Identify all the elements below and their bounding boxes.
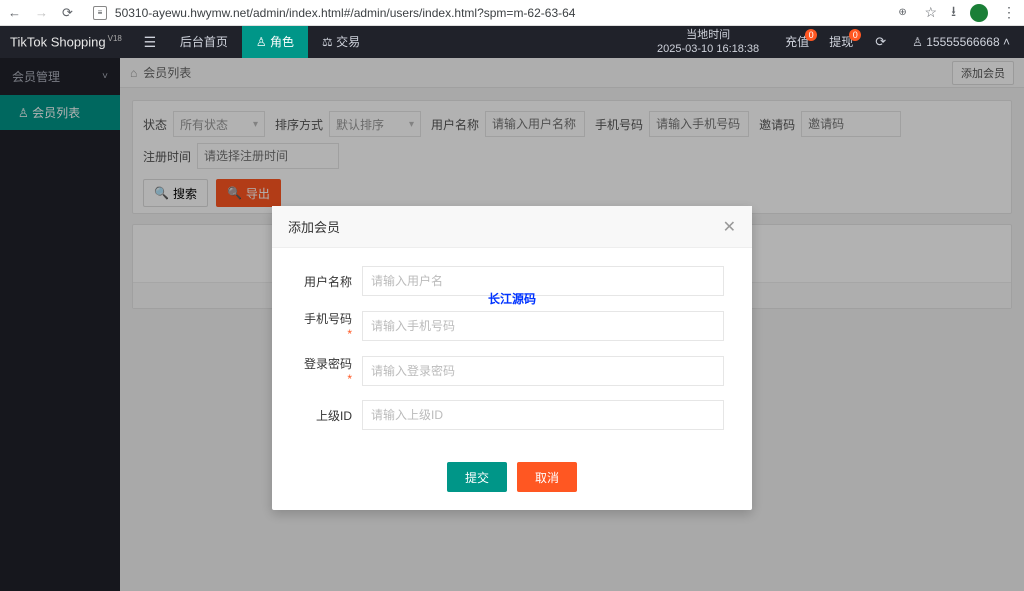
app-logo: TikTok ShoppingV18: [10, 34, 134, 49]
withdraw-link[interactable]: 提现 0: [819, 26, 863, 58]
url-text: 50310-ayewu.hwymw.net/admin/index.html#/…: [115, 6, 576, 20]
menu-dots-icon[interactable]: ⋮: [1002, 4, 1016, 21]
user-icon: ♙: [256, 35, 267, 49]
scale-icon: ⚖: [322, 35, 333, 49]
input-parent-id[interactable]: [362, 400, 724, 430]
site-info-icon[interactable]: ≡: [93, 6, 107, 20]
chevron-down-icon: ˄: [1003, 35, 1010, 49]
input-phone[interactable]: [362, 311, 724, 341]
cancel-button[interactable]: 取消: [517, 462, 577, 492]
bookmark-icon[interactable]: ☆: [925, 4, 938, 21]
recharge-link[interactable]: 充值 0: [775, 26, 819, 58]
reload-icon[interactable]: ⟳: [62, 5, 73, 21]
sidebar-toggle-icon[interactable]: ☰: [134, 34, 166, 51]
local-time: 当地时间 2025-03-10 16:18:38: [641, 28, 775, 57]
input-password[interactable]: [362, 356, 724, 386]
nav-home[interactable]: 后台首页: [166, 26, 242, 58]
translate-icon[interactable]: ⊕: [895, 6, 911, 20]
recharge-badge: 0: [805, 29, 817, 41]
close-icon[interactable]: ✕: [723, 217, 736, 237]
forward-icon[interactable]: →: [35, 5, 48, 21]
modal-overlay: 添加会员 ✕ 用户名称 手机号码* 登录密码* 上级ID 提交 取消: [0, 58, 1024, 591]
withdraw-badge: 0: [849, 29, 861, 41]
label-password: 登录密码*: [300, 355, 362, 386]
back-icon[interactable]: ←: [8, 5, 21, 21]
label-username: 用户名称: [300, 273, 362, 290]
input-username[interactable]: [362, 266, 724, 296]
nav-role[interactable]: ♙ 角色: [242, 26, 308, 58]
label-parent-id: 上级ID: [300, 407, 362, 424]
refresh-icon[interactable]: ⟳: [863, 34, 898, 50]
profile-avatar[interactable]: [970, 4, 988, 22]
add-member-modal: 添加会员 ✕ 用户名称 手机号码* 登录密码* 上级ID 提交 取消: [272, 206, 752, 510]
person-icon: ♙: [912, 35, 923, 49]
nav-trade[interactable]: ⚖ 交易: [308, 26, 374, 58]
submit-button[interactable]: 提交: [447, 462, 507, 492]
download-icon[interactable]: ⭳: [951, 1, 956, 25]
user-menu[interactable]: ♙ 15555566668 ˄: [898, 35, 1024, 49]
url-bar[interactable]: ≡ 50310-ayewu.hwymw.net/admin/index.html…: [85, 6, 883, 20]
label-phone: 手机号码*: [300, 310, 362, 341]
modal-title: 添加会员: [288, 217, 340, 236]
